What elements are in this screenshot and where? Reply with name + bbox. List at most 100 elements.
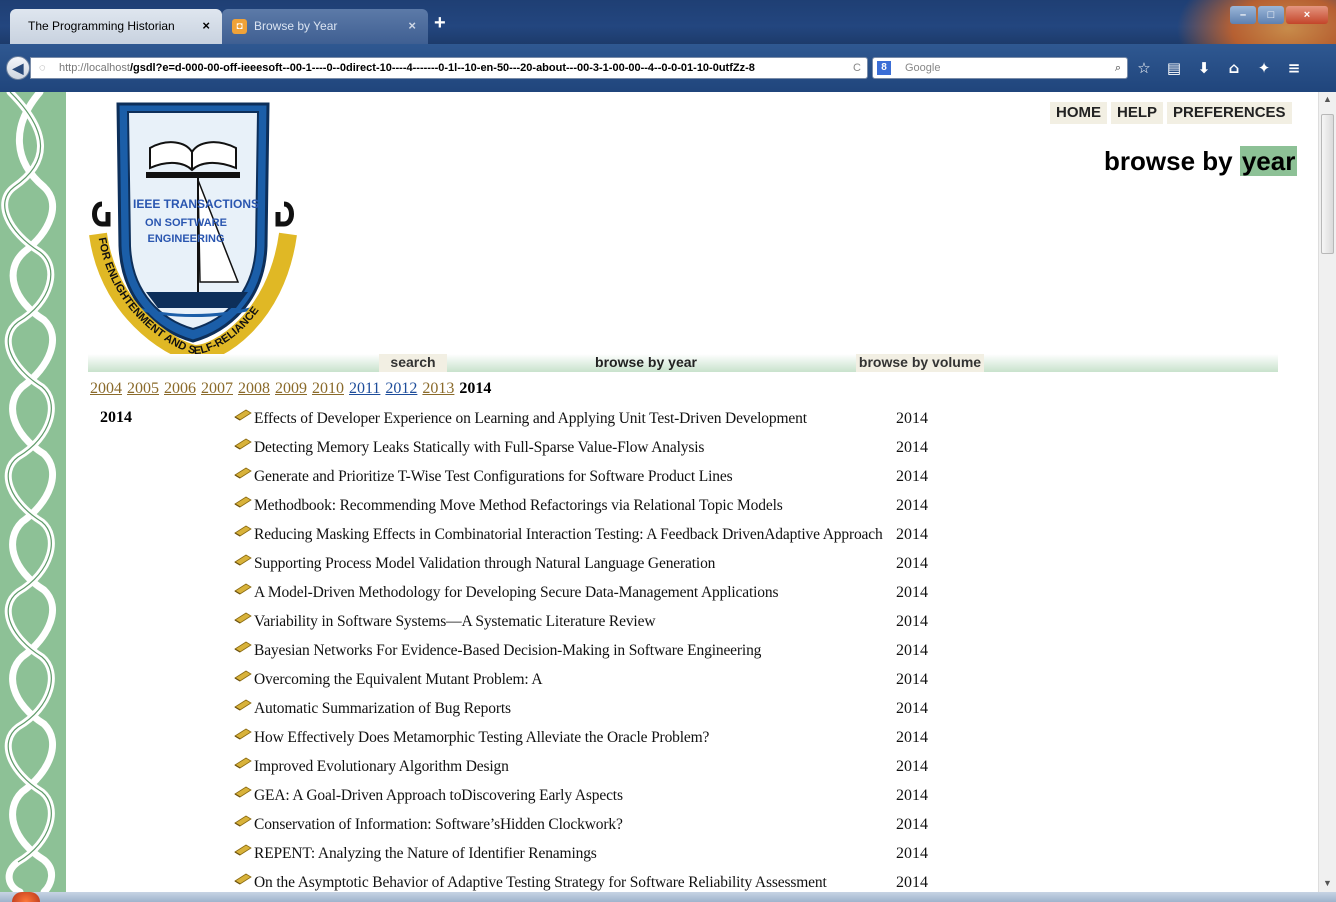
greenstone-favicon-icon: ◘ [232,19,247,34]
result-year: 2014 [896,468,928,485]
result-year: 2014 [896,671,928,688]
year-link-2004[interactable]: 2004 [90,380,122,397]
scrollbar-thumb[interactable] [1321,114,1334,254]
back-button[interactable]: ◀ [6,56,30,80]
year-link-2013[interactable]: 2013 [422,380,454,397]
result-title-link[interactable]: Supporting Process Model Validation thro… [254,553,715,575]
result-year: 2014 [896,758,928,775]
globe-icon: ◌ [39,62,46,74]
year-link-2010[interactable]: 2010 [312,380,344,397]
start-button-icon[interactable] [12,892,40,902]
search-engine-label: Google [905,62,941,74]
menu-icon[interactable]: ≡ [1284,58,1304,78]
browse-navigation-bar: search browse by year browse by volume [88,354,1278,372]
result-title-link[interactable]: GEA: A Goal-Driven Approach toDiscoverin… [254,785,623,807]
result-title-link[interactable]: Variability in Software Systems—A System… [254,611,656,633]
result-row: REPENT: Analyzing the Nature of Identifi… [234,843,954,872]
result-row: How Effectively Does Metamorphic Testing… [234,727,954,756]
result-title-link[interactable]: How Effectively Does Metamorphic Testing… [254,727,709,749]
search-tab[interactable]: search [379,354,447,372]
year-link-2005[interactable]: 2005 [127,380,159,397]
result-row: Bayesian Networks For Evidence-Based Dec… [234,640,954,669]
result-year: 2014 [896,439,928,456]
document-bullet-icon [234,467,252,479]
minimize-button[interactable]: – [1230,6,1256,24]
year-link-2006[interactable]: 2006 [164,380,196,397]
result-year: 2014 [896,816,928,833]
magnifier-icon[interactable]: ⌕ [1115,58,1121,78]
document-bullet-icon [234,873,252,885]
close-window-button[interactable]: × [1286,6,1328,24]
year-link-2012[interactable]: 2012 [385,380,417,397]
vertical-scrollbar[interactable]: ▲ ▼ [1318,92,1336,892]
result-title-link[interactable]: Improved Evolutionary Algorithm Design [254,756,509,778]
bookmarks-list-icon[interactable]: ▤ [1164,58,1184,78]
result-year: 2014 [896,845,928,862]
year-link-2011[interactable]: 2011 [349,380,380,397]
browse-by-volume-tab[interactable]: browse by volume [856,354,984,372]
document-bullet-icon [234,670,252,682]
result-title-link[interactable]: Effects of Developer Experience on Learn… [254,408,807,430]
result-title-link[interactable]: On the Asymptotic Behavior of Adaptive T… [254,872,827,892]
result-title-link[interactable]: Reducing Masking Effects in Combinatoria… [254,524,883,546]
document-bullet-icon [234,612,252,624]
document-bullet-icon [234,786,252,798]
help-link[interactable]: HELP [1111,102,1164,124]
result-row: Reducing Masking Effects in Combinatoria… [234,524,954,553]
tab-programming-historian[interactable]: The Programming Historian × [10,9,222,44]
tab-browse-by-year[interactable]: ◘ Browse by Year × [222,9,428,44]
bookmark-star-icon[interactable]: ☆ [1134,58,1154,78]
home-link[interactable]: HOME [1050,102,1107,124]
result-title-link[interactable]: REPENT: Analyzing the Nature of Identifi… [254,843,597,865]
result-row: Variability in Software Systems—A System… [234,611,954,640]
browser-navbar: ◀ ◌ http://localhost/gsdl?e=d-000-00-off… [0,44,1336,92]
document-bullet-icon [234,641,252,653]
windows-taskbar [0,892,1336,902]
search-input[interactable]: 8 Google ⌕ [872,57,1128,79]
document-bullet-icon [234,728,252,740]
result-title-link[interactable]: Methodbook: Recommending Move Method Ref… [254,495,783,517]
result-year: 2014 [896,410,928,427]
download-icon[interactable]: ⬇ [1194,58,1214,78]
year-link-2008[interactable]: 2008 [238,380,270,397]
page-content: IEEE TRANSACTIONS ON SOFTWARE ENGINEERIN… [0,92,1318,892]
result-title-link[interactable]: A Model-Driven Methodology for Developin… [254,582,779,604]
scroll-down-arrow-icon[interactable]: ▼ [1319,878,1336,888]
new-tab-button[interactable]: + [434,12,446,35]
result-row: Improved Evolutionary Algorithm Design 20… [234,756,954,785]
top-menu: HOME HELP PREFERENCES [1050,102,1292,124]
result-title-link[interactable]: Automatic Summarization of Bug Reports [254,698,511,720]
document-bullet-icon [234,496,252,508]
result-title-link[interactable]: Conservation of Information: Software’sH… [254,814,623,836]
logo-line-3: ENGINEERING [147,233,224,245]
page-title-highlight: year [1239,146,1298,176]
close-tab-icon[interactable]: × [408,9,416,43]
result-title-link[interactable]: Detecting Memory Leaks Statically with F… [254,437,704,459]
result-year: 2014 [896,584,928,601]
result-year: 2014 [896,497,928,514]
results-list: Effects of Developer Experience on Learn… [234,408,954,892]
scroll-up-arrow-icon[interactable]: ▲ [1319,94,1336,104]
close-tab-icon[interactable]: × [202,9,210,43]
result-row: A Model-Driven Methodology for Developin… [234,582,954,611]
preferences-link[interactable]: PREFERENCES [1167,102,1292,124]
result-row: Supporting Process Model Validation thro… [234,553,954,582]
maximize-button[interactable]: □ [1258,6,1284,24]
result-year: 2014 [896,787,928,804]
google-icon: 8 [877,61,891,75]
url-bar[interactable]: ◌ http://localhost/gsdl?e=d-000-00-off-i… [30,57,868,79]
year-link-2009[interactable]: 2009 [275,380,307,397]
result-year: 2014 [896,874,928,891]
result-title-link[interactable]: Overcoming the Equivalent Mutant Problem… [254,669,543,691]
result-title-link[interactable]: Bayesian Networks For Evidence-Based Dec… [254,640,761,662]
addon-icon[interactable]: ✦ [1254,58,1274,78]
browse-by-year-tab[interactable]: browse by year [546,354,746,372]
home-icon[interactable]: ⌂ [1224,58,1244,78]
result-title-link[interactable]: Generate and Prioritize T-Wise Test Conf… [254,466,733,488]
year-link-2007[interactable]: 2007 [201,380,233,397]
document-bullet-icon [234,583,252,595]
nav-toolbar: ☆ ▤ ⬇ ⌂ ✦ ≡ [1134,58,1304,78]
reload-icon[interactable]: C [853,58,861,78]
browser-titlebar: The Programming Historian × ◘ Browse by … [0,0,1336,95]
tab-label: The Programming Historian [28,19,175,33]
